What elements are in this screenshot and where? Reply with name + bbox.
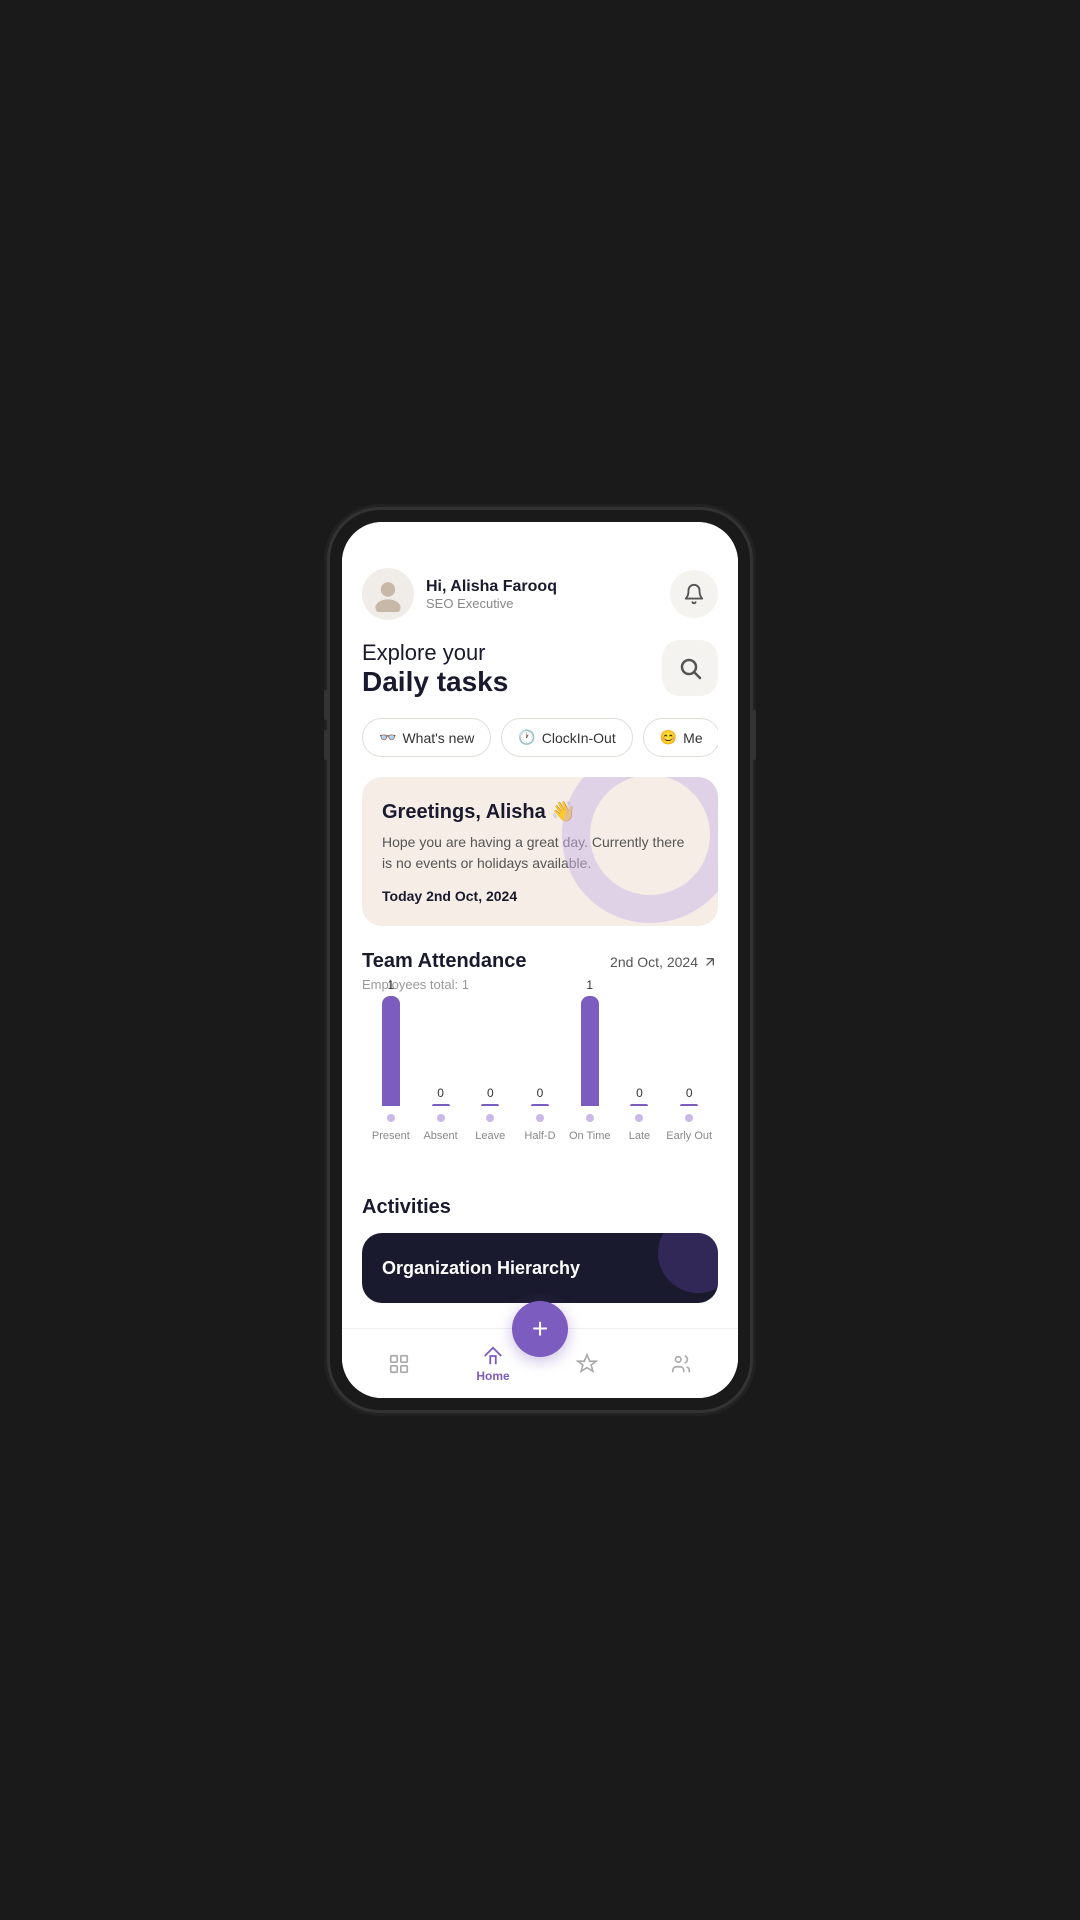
bar-dot xyxy=(387,1114,395,1122)
chart-column: 0 Half-D xyxy=(515,1086,565,1142)
dashboard-icon xyxy=(388,1353,410,1375)
whats-new-label: What's new xyxy=(402,730,474,746)
bar-label: On Time xyxy=(569,1130,611,1142)
bar-dot xyxy=(635,1114,643,1122)
bar-label: Absent xyxy=(423,1130,457,1142)
home-label: Home xyxy=(476,1369,509,1383)
filter-tabs: 👓 What's new 🕐 ClockIn-Out 😊 Me xyxy=(362,718,718,757)
attendance-header: Team Attendance 2nd Oct, 2024 xyxy=(362,950,718,973)
bar-label: Present xyxy=(372,1130,410,1142)
team-icon xyxy=(670,1353,692,1375)
me-icon: 😊 xyxy=(660,729,677,746)
search-button[interactable] xyxy=(662,640,718,696)
clockin-label: ClockIn-Out xyxy=(542,730,616,746)
search-icon xyxy=(678,656,702,680)
fab-button[interactable]: + xyxy=(512,1301,568,1357)
me-label: Me xyxy=(683,730,702,746)
user-role: SEO Executive xyxy=(426,596,557,611)
attendance-date: 2nd Oct, 2024 xyxy=(610,954,718,970)
attendance-title: Team Attendance xyxy=(362,950,526,973)
user-info: Hi, Alisha Farooq SEO Executive xyxy=(362,568,557,620)
explore-label: Explore your xyxy=(362,640,508,666)
activity-card[interactable]: Organization Hierarchy xyxy=(362,1233,718,1303)
home-icon xyxy=(482,1345,504,1367)
nav-team[interactable] xyxy=(634,1345,728,1383)
whats-new-icon: 👓 xyxy=(379,729,396,746)
avatar xyxy=(362,568,414,620)
activities-title: Activities xyxy=(362,1196,718,1219)
bar-dot xyxy=(536,1114,544,1122)
bar xyxy=(581,996,599,1106)
nav-dashboard[interactable] xyxy=(352,1345,446,1383)
chart-column: 1 On Time xyxy=(565,978,615,1142)
bar-label: Early Out xyxy=(666,1130,712,1142)
bar-dot xyxy=(685,1114,693,1122)
bar-value: 0 xyxy=(537,1086,544,1100)
bar xyxy=(531,1104,549,1106)
card-date: Today 2nd Oct, 2024 xyxy=(382,888,698,904)
bar xyxy=(481,1104,499,1106)
bar-value: 0 xyxy=(437,1086,444,1100)
hero-text: Explore your Daily tasks xyxy=(362,640,508,698)
fab-icon: + xyxy=(532,1315,548,1343)
tab-whats-new[interactable]: 👓 What's new xyxy=(362,718,491,757)
bar-label: Late xyxy=(629,1130,650,1142)
bell-icon xyxy=(683,583,705,605)
chart-column: 0 Absent xyxy=(416,1086,466,1142)
bar xyxy=(382,996,400,1106)
tab-me[interactable]: 😊 Me xyxy=(643,718,718,757)
bottom-nav: Home + xyxy=(342,1328,738,1398)
card-body: Hope you are having a great day. Current… xyxy=(382,832,698,874)
bar-label: Leave xyxy=(475,1130,505,1142)
bar-value: 0 xyxy=(487,1086,494,1100)
bar-label: Half-D xyxy=(524,1130,555,1142)
chart-column: 0 Late xyxy=(615,1086,665,1142)
user-greeting: Hi, Alisha Farooq xyxy=(426,578,557,596)
tab-clockin-out[interactable]: 🕐 ClockIn-Out xyxy=(501,718,632,757)
bar-value: 0 xyxy=(636,1086,643,1100)
card-title: Greetings, Alisha 👋 xyxy=(382,799,698,824)
activity-card-label: Organization Hierarchy xyxy=(382,1258,580,1279)
bar-value: 1 xyxy=(586,978,593,992)
bar xyxy=(630,1104,648,1106)
user-text: Hi, Alisha Farooq SEO Executive xyxy=(426,578,557,611)
chart-column: 0 Leave xyxy=(465,1086,515,1142)
expand-icon xyxy=(702,954,718,970)
page-title: Daily tasks xyxy=(362,666,508,698)
chart-bars: 1Present0Absent0Leave0Half-D1On Time0Lat… xyxy=(366,1012,714,1172)
bar-dot xyxy=(437,1114,445,1122)
clockin-icon: 🕐 xyxy=(518,729,535,746)
attendance-chart: 1Present0Absent0Leave0Half-D1On Time0Lat… xyxy=(362,1012,718,1172)
bar-dot xyxy=(486,1114,494,1122)
bar-value: 1 xyxy=(388,978,395,992)
bar xyxy=(432,1104,450,1106)
notification-button[interactable] xyxy=(670,570,718,618)
chart-column: 0 Early Out xyxy=(664,1086,714,1142)
hero-section: Explore your Daily tasks xyxy=(362,640,718,698)
bar-value: 0 xyxy=(686,1086,693,1100)
badge-icon xyxy=(576,1353,598,1375)
chart-column: 1 Present xyxy=(366,978,416,1142)
greeting-card: Greetings, Alisha 👋 Hope you are having … xyxy=(362,777,718,926)
bar-dot xyxy=(586,1114,594,1122)
bar xyxy=(680,1104,698,1106)
header: Hi, Alisha Farooq SEO Executive xyxy=(362,568,718,620)
